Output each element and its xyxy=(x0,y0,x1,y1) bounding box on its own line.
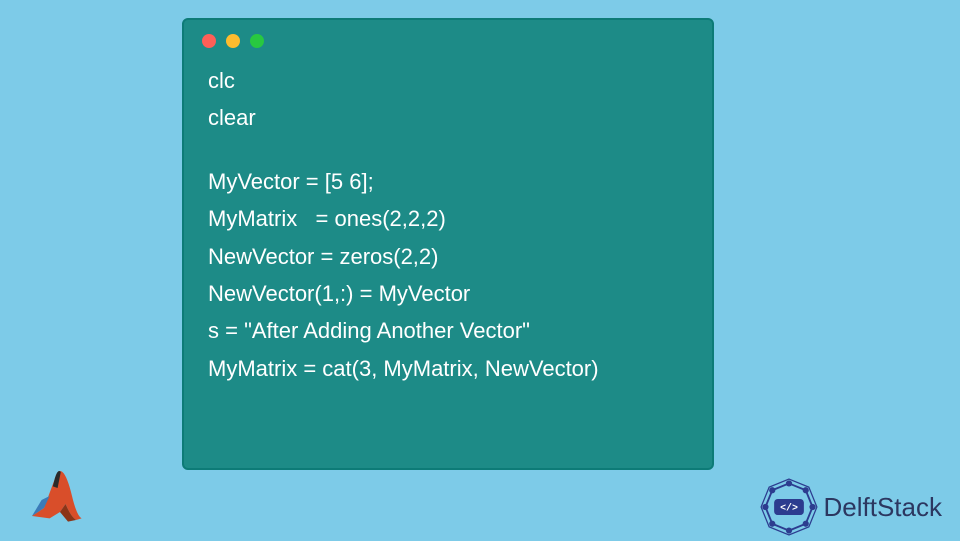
code-window: clc clear MyVector = [5 6]; MyMatrix = o… xyxy=(182,18,714,470)
code-line: NewVector = zeros(2,2) xyxy=(208,238,688,275)
matlab-icon-svg xyxy=(16,456,96,536)
code-line: MyMatrix = cat(3, MyMatrix, NewVector) xyxy=(208,350,688,387)
code-line: clear xyxy=(208,99,688,136)
code-content: clc clear MyVector = [5 6]; MyMatrix = o… xyxy=(184,54,712,395)
blank-line xyxy=(208,137,688,163)
window-controls xyxy=(184,20,712,54)
code-line: s = "After Adding Another Vector" xyxy=(208,312,688,349)
minimize-icon xyxy=(226,34,240,48)
close-icon xyxy=(202,34,216,48)
code-line: MyMatrix = ones(2,2,2) xyxy=(208,200,688,237)
delftstack-label: DelftStack xyxy=(824,492,943,523)
matlab-logo-icon xyxy=(16,456,96,536)
code-line: clc xyxy=(208,62,688,99)
code-line: NewVector(1,:) = MyVector xyxy=(208,275,688,312)
delftstack-brand: </> DelftStack xyxy=(758,476,943,538)
code-line: MyVector = [5 6]; xyxy=(208,163,688,200)
delftstack-logo-icon: </> xyxy=(758,476,820,538)
maximize-icon xyxy=(250,34,264,48)
svg-text:</>: </> xyxy=(780,503,798,514)
